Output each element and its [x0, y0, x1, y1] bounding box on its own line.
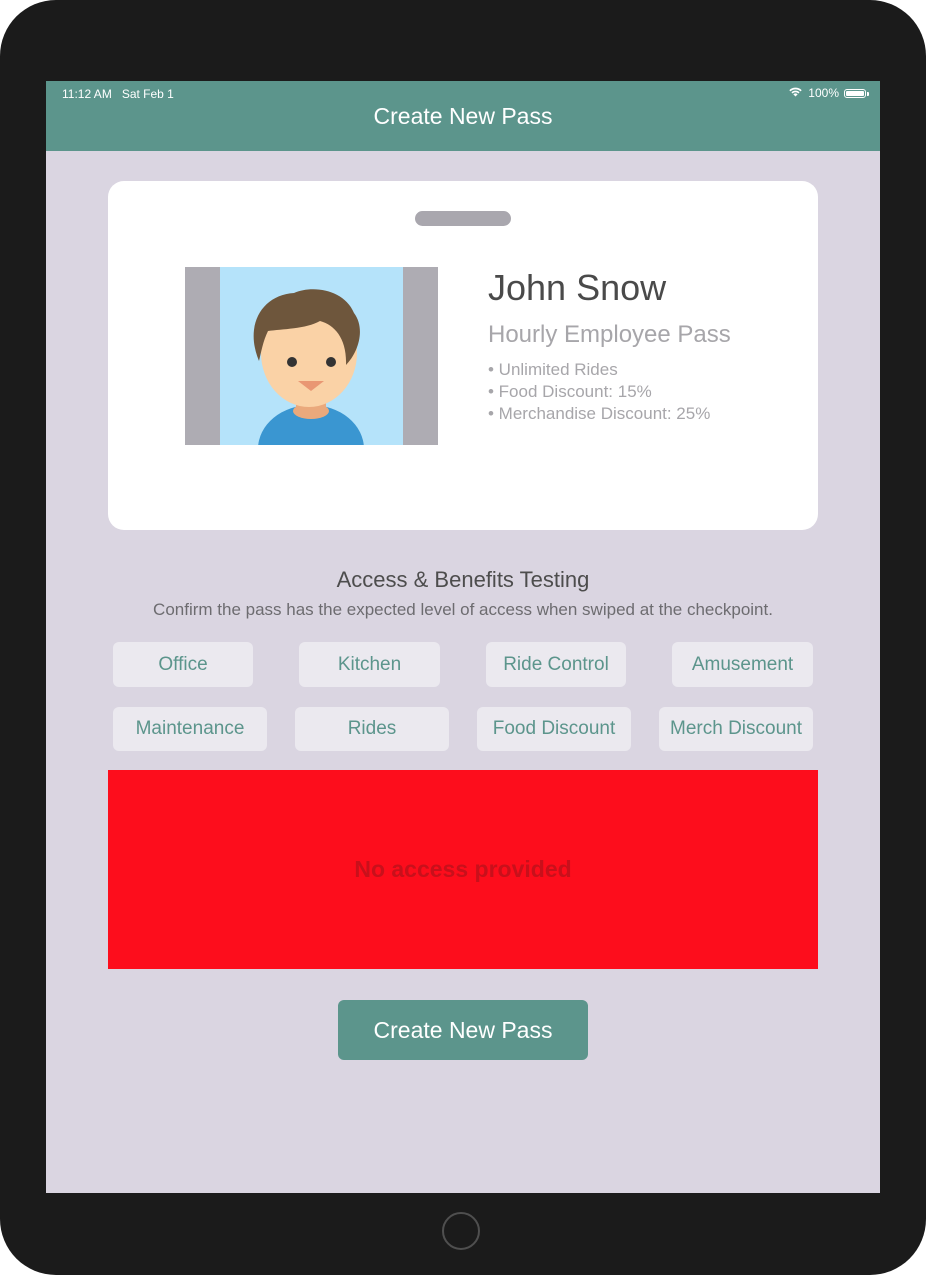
food-discount-button[interactable]: Food Discount	[477, 707, 631, 751]
navigation-bar: 11:12 AM Sat Feb 1 100% Create New Pass	[46, 81, 880, 151]
access-result-message: No access provided	[354, 856, 572, 882]
merch-discount-button[interactable]: Merch Discount	[659, 707, 813, 751]
status-date-text: Sat Feb 1	[121, 87, 174, 101]
office-button[interactable]: Office	[113, 642, 253, 687]
wifi-icon	[788, 86, 803, 100]
battery-percent: 100%	[808, 86, 839, 100]
ipad-device-frame: 11:12 AM Sat Feb 1 100% Create New Pass	[0, 0, 926, 1275]
pass-type-label: Hourly Employee Pass	[488, 321, 731, 348]
benefits-list: • Unlimited Rides • Food Discount: 15% •…	[488, 359, 710, 425]
nav-title: Create New Pass	[373, 103, 553, 129]
benefit-item: • Food Discount: 15%	[488, 382, 652, 401]
status-bar-right: 100%	[788, 86, 869, 100]
pass-holder-name: John Snow	[488, 267, 667, 308]
home-button[interactable]	[442, 1212, 480, 1250]
photo-frame	[185, 267, 438, 445]
rides-button[interactable]: Rides	[295, 707, 449, 751]
testing-section-title: Access & Benefits Testing	[336, 567, 590, 592]
benefit-item: • Unlimited Rides	[488, 360, 618, 379]
status-bar-time: 11:12 AM Sat Feb 1	[62, 87, 174, 101]
pass-card: John Snow Hourly Employee Pass • Unlimit…	[108, 181, 818, 530]
amusement-button[interactable]: Amusement	[672, 642, 813, 687]
card-lanyard-slot	[415, 211, 511, 226]
testing-section-subtitle: Confirm the pass has the expected level …	[153, 600, 773, 619]
benefit-item: • Merchandise Discount: 25%	[488, 404, 711, 423]
ride-control-button[interactable]: Ride Control	[486, 642, 626, 687]
kitchen-button[interactable]: Kitchen	[299, 642, 440, 687]
create-new-pass-button[interactable]: Create New Pass	[338, 1000, 588, 1060]
maintenance-button[interactable]: Maintenance	[113, 707, 267, 751]
app-screen: 11:12 AM Sat Feb 1 100% Create New Pass	[46, 81, 880, 1193]
person-avatar-icon	[220, 267, 403, 445]
access-result-panel: No access provided	[108, 770, 818, 969]
battery-fill	[846, 90, 864, 96]
status-time-text: 11:12 AM	[62, 87, 112, 101]
battery-icon	[844, 88, 869, 98]
